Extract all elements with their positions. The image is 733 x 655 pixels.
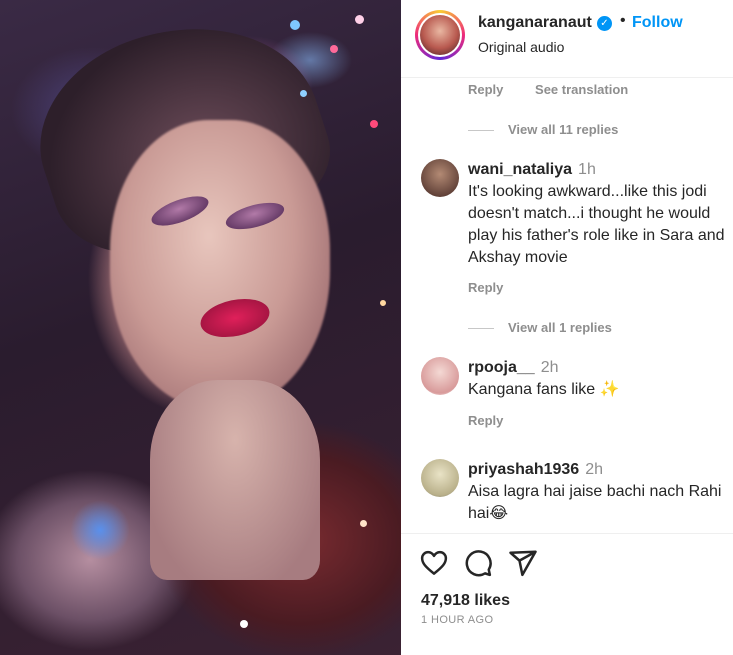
view-replies-button[interactable]: View all 1 replies [468,320,612,335]
author-avatar[interactable] [415,10,465,60]
post-side-panel: kanganaranaut ✓ • Follow Original audio … [401,0,733,655]
sparkle [380,300,386,306]
divider-line [468,328,494,330]
sparkle [370,120,378,128]
comment-body: wani_nataliya 1h It's looking awkward...l… [468,159,728,269]
post-timestamp[interactable]: 1 HOUR AGO [421,614,493,626]
reply-button[interactable]: Reply [468,413,503,428]
sparkle [290,20,300,30]
sparkle [330,45,338,53]
follow-button[interactable]: Follow [632,14,683,32]
verified-badge-icon: ✓ [597,16,612,31]
media-blue-glow [70,500,130,560]
comment-text: Aisa lagra hai jaise bachi nach Rahi hai… [468,483,722,522]
comment-icon[interactable] [463,548,493,578]
author-avatar-image [420,15,460,55]
comment-text: Kangana fans like ✨ [468,381,620,398]
sparkle [240,620,248,628]
post-footer: 47,918 likes 1 HOUR AGO [401,533,733,655]
commenter-avatar[interactable] [421,459,459,497]
comment-time: 2h [540,359,559,376]
sparkle [300,90,307,97]
comment-item: wani_nataliya 1h It's looking awkward...l… [421,159,725,289]
view-replies-button[interactable]: View all 11 replies [468,122,618,137]
media-face [110,120,330,410]
commenter-username[interactable]: priyashah1936 [468,461,579,478]
post-media[interactable] [0,0,401,655]
post-header: kanganaranaut ✓ • Follow Original audio [401,0,733,78]
comment-actions: Reply [468,413,531,428]
see-translation-button[interactable]: See translation [535,82,628,97]
commenter-avatar[interactable] [421,159,459,197]
author-username[interactable]: kanganaranaut [478,14,592,32]
share-icon[interactable] [508,548,538,578]
commenter-username[interactable]: wani_nataliya [468,161,572,178]
reply-button[interactable]: Reply [468,280,503,295]
comment-time: 1h [578,161,596,178]
comment-actions: Reply See translation [468,82,656,97]
reply-button[interactable]: Reply [468,82,503,97]
comment-text: It's looking awkward...like this jodi do… [468,183,725,266]
comment-body: priyashah1936 2h Aisa lagra hai jaise bac… [468,459,728,525]
likes-count[interactable]: 47,918 likes [421,592,510,610]
separator-dot: • [620,12,626,29]
action-icons [419,548,548,578]
audio-label[interactable]: Original audio [478,39,564,55]
media-neck [150,380,320,580]
heart-icon[interactable] [419,548,449,578]
comments-list[interactable]: Reply See translation View all 11 replie… [401,79,733,533]
comment-actions: Reply [468,280,531,295]
comment-item: priyashah1936 2h Aisa lagra hai jaise bac… [421,459,721,529]
comment-time: 2h [585,461,603,478]
view-replies-label: View all 1 replies [508,320,612,335]
commenter-username[interactable]: rpooja__ [468,359,535,376]
comment-item: rpooja__ 2h Kangana fans like ✨ [421,357,721,407]
sparkle [360,520,367,527]
view-replies-label: View all 11 replies [508,122,619,137]
comment-body: rpooja__ 2h Kangana fans like ✨ [468,357,728,401]
sparkle [355,15,364,24]
divider-line [468,130,494,132]
commenter-avatar[interactable] [421,357,459,395]
